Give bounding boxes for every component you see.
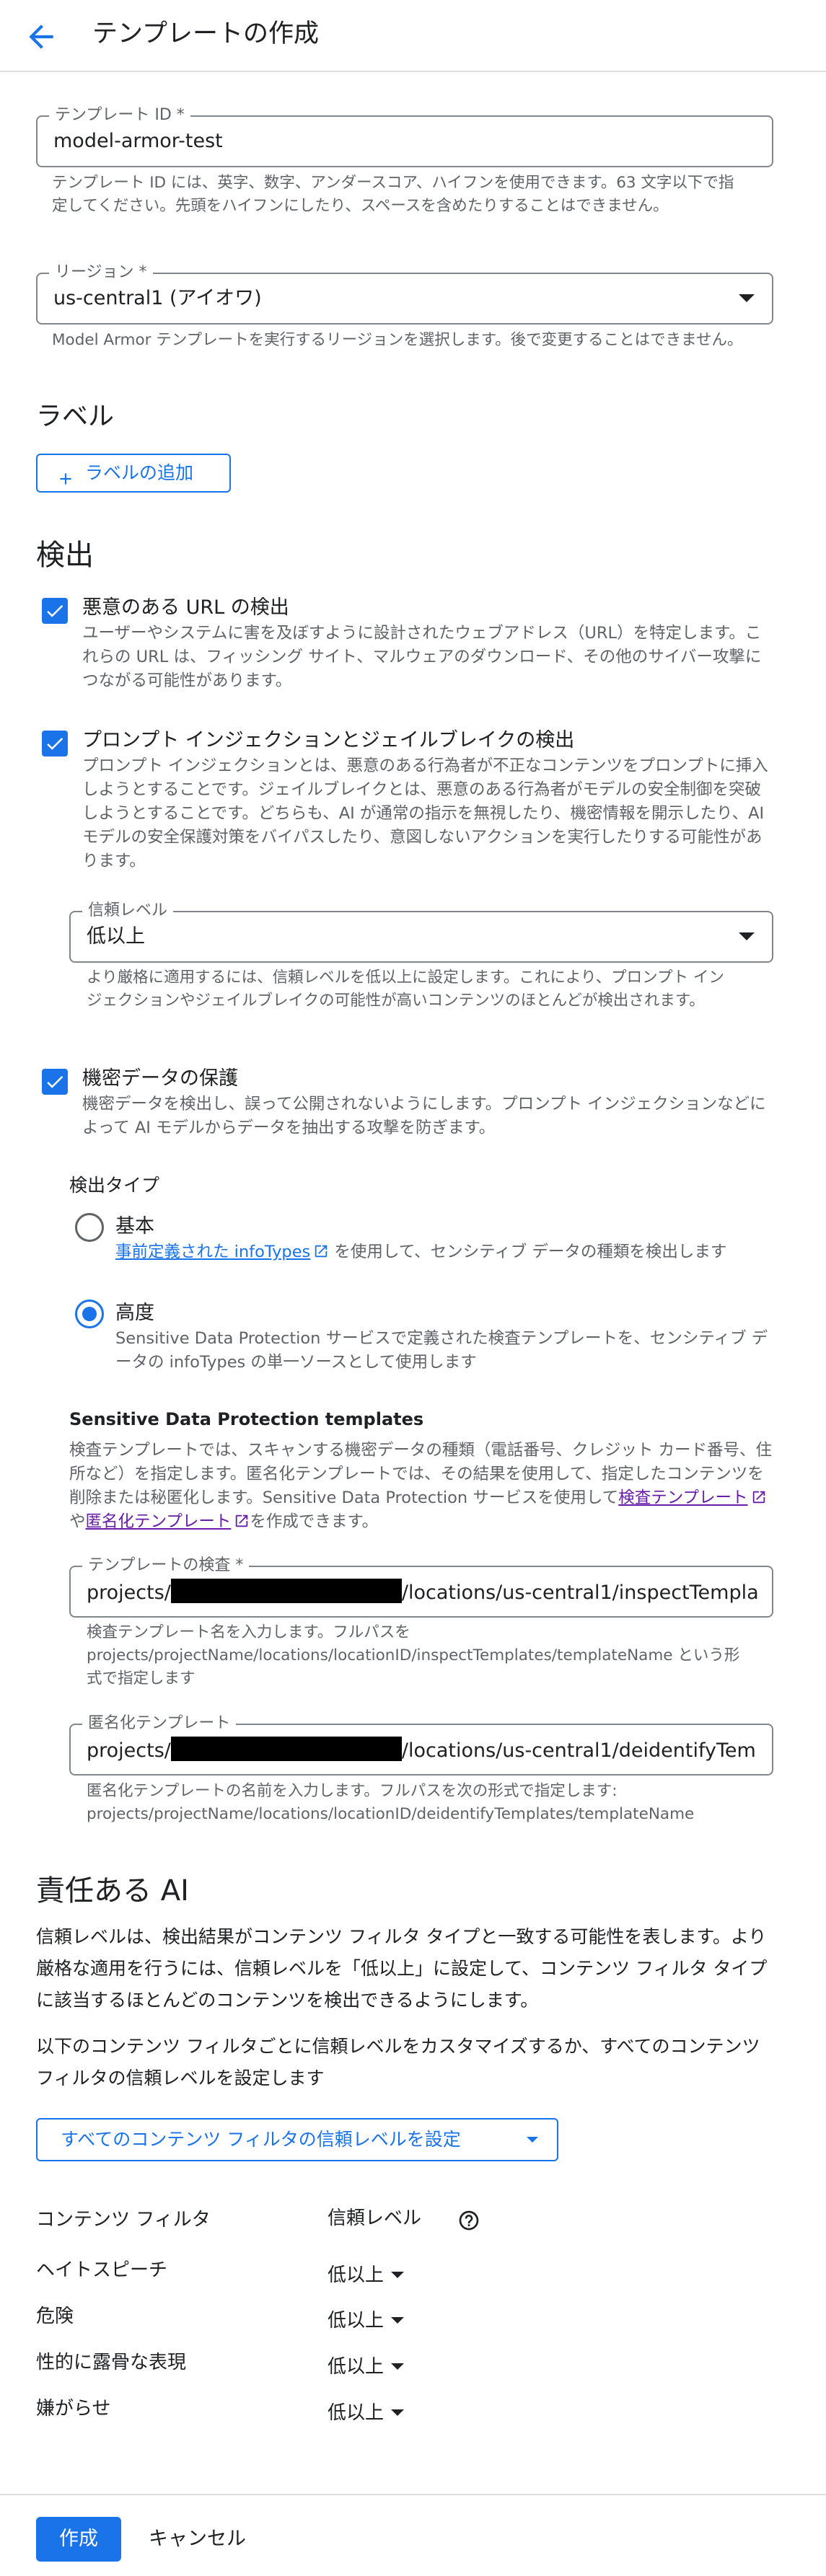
malicious-url-desc: ユーザーやシステムに害を及ぼすように設計されたウェブアドレス（URL）を特定しま…: [82, 624, 762, 690]
confidence-level-hint: より厳格に適用するには、信頼レベルを低以上に設定します。これにより、プロンプト …: [87, 969, 724, 1010]
confidence-level-select[interactable]: 信頼レベル 低以上: [69, 902, 773, 963]
detection-heading: 検出: [36, 539, 94, 572]
filter-level-harassment[interactable]: 低以上: [328, 2400, 405, 2426]
back-arrow-icon[interactable]: [23, 19, 59, 55]
filter-name-dangerous: 危険: [36, 2306, 74, 2327]
region-hint: Model Armor テンプレートを実行するリージョンを選択します。後で変更す…: [52, 331, 743, 349]
advanced-label: 高度: [115, 1302, 154, 1324]
template-id-field[interactable]: テンプレート ID * model-armor-test: [36, 107, 773, 167]
deidentify-template-value[interactable]: projects/ /locations/us-central1/deidenti…: [87, 1737, 757, 1764]
page-header: テンプレートの作成: [0, 0, 826, 72]
cancel-button[interactable]: キャンセル: [149, 2517, 246, 2562]
check-icon: [47, 738, 63, 750]
create-button[interactable]: 作成: [36, 2517, 121, 2562]
page-title: テンプレートの作成: [92, 19, 319, 48]
form-footer: 作成 キャンセル: [0, 2494, 826, 2576]
filter-level-harassment-value: 低以上: [328, 2402, 385, 2424]
deidentify-template-link[interactable]: 匿名化テンプレート: [86, 1512, 232, 1531]
help-circle-icon[interactable]: [457, 2209, 480, 2232]
inspect-template-link[interactable]: 検査テンプレート: [618, 1488, 747, 1507]
caret-down-icon: [527, 2137, 538, 2143]
advanced-radio[interactable]: [75, 1300, 104, 1328]
filter-name-hate: ヘイトスピーチ: [36, 2259, 168, 2281]
confidence-level-value: 低以上: [87, 925, 145, 948]
basic-label: 基本: [115, 1215, 154, 1238]
sdp-templates-desc: 検査テンプレートでは、スキャンする機密データの種類（電話番号、クレジット カード…: [69, 1439, 776, 1534]
template-id-value[interactable]: model-armor-test: [53, 128, 223, 154]
table-header-filter: コンテンツ フィルタ: [36, 2209, 211, 2231]
table-header-level: 信頼レベル: [328, 2207, 422, 2229]
predefined-infotypes-link[interactable]: 事前定義された infoTypes: [115, 1243, 310, 1261]
confidence-level-label: 信頼レベル: [82, 902, 174, 919]
basic-radio[interactable]: [75, 1213, 104, 1242]
add-label-text: ラベルの追加: [85, 462, 194, 483]
add-label-button[interactable]: ラベルの追加: [36, 454, 231, 493]
filter-name-sexual: 性的に露骨な表現: [36, 2352, 187, 2373]
prompt-injection-title: プロンプト インジェクションとジェイルブレイクの検出: [82, 729, 575, 751]
deidentify-template-suffix: /locations/us-central1/deidentifyTempl: [401, 1739, 757, 1762]
set-all-confidence-button[interactable]: すべてのコンテンツ フィルタの信頼レベルを設定: [36, 2118, 558, 2161]
inspect-template-label: テンプレートの検査 *: [82, 1557, 250, 1574]
malicious-url-title: 悪意のある URL の検出: [82, 596, 289, 619]
filter-level-hate-value: 低以上: [328, 2264, 385, 2286]
deidentify-template-field[interactable]: 匿名化テンプレート projects/ /locations/us-central…: [69, 1715, 773, 1776]
filter-level-hate[interactable]: 低以上: [328, 2262, 405, 2288]
open-in-new-icon: [752, 1491, 765, 1504]
redacted-project-id: [170, 1737, 402, 1761]
prompt-injection-desc: プロンプト インジェクションとは、悪意のある行為者が不正なコンテンツをプロンプト…: [82, 757, 768, 870]
basic-desc-text: を使用して、センシティブ データの種類を検出します: [334, 1243, 727, 1261]
inspect-template-hint: 検査テンプレート名を入力します。フルパスを projects/projectNa…: [87, 1623, 740, 1688]
detection-type-heading: 検出タイプ: [69, 1175, 160, 1196]
labels-heading: ラベル: [36, 402, 115, 431]
caret-down-icon: [391, 2363, 405, 2370]
caret-down-icon: [391, 2409, 405, 2416]
sdp-checkbox[interactable]: [42, 1069, 68, 1095]
malicious-url-checkbox[interactable]: [42, 598, 68, 624]
advanced-desc: Sensitive Data Protection サービスで定義された検査テン…: [115, 1329, 768, 1372]
redacted-project-id: [170, 1579, 402, 1603]
caret-down-icon: [391, 2272, 405, 2278]
caret-down-icon: [739, 932, 755, 940]
caret-down-icon: [739, 294, 755, 302]
plus-icon: [56, 464, 75, 485]
prompt-injection-checkbox[interactable]: [42, 731, 68, 757]
check-icon: [47, 1076, 63, 1088]
filter-level-sexual[interactable]: 低以上: [328, 2354, 405, 2380]
region-value: us-central1 (アイオワ): [53, 287, 262, 309]
sdp-title: 機密データの保護: [82, 1067, 238, 1090]
caret-down-icon: [391, 2317, 405, 2324]
deidentify-template-prefix: projects/: [87, 1739, 171, 1762]
check-icon: [47, 605, 63, 617]
deidentify-template-label: 匿名化テンプレート: [82, 1715, 237, 1732]
region-select[interactable]: リージョン * us-central1 (アイオワ): [36, 264, 773, 325]
basic-desc: 事前定義された infoTypes を使用して、センシティブ データの種類を検出…: [115, 1240, 779, 1264]
responsible-ai-desc-1: 信頼レベルは、検出結果がコンテンツ フィルタ タイプと一致する可能性を表します。…: [36, 1926, 768, 2011]
template-id-label: テンプレート ID *: [49, 107, 190, 124]
filter-level-dangerous-value: 低以上: [328, 2310, 385, 2332]
open-in-new-icon: [315, 1245, 328, 1258]
inspect-template-prefix: projects/: [87, 1582, 171, 1604]
inspect-template-suffix: /locations/us-central1/inspectTemplate: [401, 1582, 757, 1604]
deidentify-template-hint: 匿名化テンプレートの名前を入力します。フルパスを次の形式で指定します: proj…: [87, 1782, 695, 1823]
region-label: リージョン *: [49, 264, 153, 281]
open-in-new-icon: [236, 1514, 248, 1527]
filter-level-sexual-value: 低以上: [328, 2356, 385, 2378]
template-id-hint: テンプレート ID には、英字、数字、アンダースコア、ハイフンを使用できます。6…: [52, 174, 734, 215]
responsible-ai-desc-2: 以下のコンテンツ フィルタごとに信頼レベルをカスタマイズするか、すべてのコンテン…: [36, 2036, 760, 2088]
sdp-templates-desc-2: や: [69, 1512, 86, 1531]
filter-name-harassment: 嫌がらせ: [36, 2398, 111, 2420]
inspect-template-value[interactable]: projects/ /locations/us-central1/inspectT…: [87, 1579, 757, 1606]
sdp-desc: 機密データを検出し、誤って公開されないようにします。プロンプト インジェクション…: [82, 1095, 766, 1137]
inspect-template-field[interactable]: テンプレートの検査 * projects/ /locations/us-centr…: [69, 1557, 773, 1618]
sdp-templates-desc-3: を作成できます。: [250, 1512, 379, 1531]
set-all-confidence-text: すべてのコンテンツ フィルタの信頼レベルを設定: [61, 2129, 461, 2150]
filter-level-dangerous[interactable]: 低以上: [328, 2308, 405, 2334]
sdp-templates-heading: Sensitive Data Protection templates: [69, 1409, 424, 1429]
responsible-ai-heading: 責任ある AI: [36, 1874, 189, 1907]
